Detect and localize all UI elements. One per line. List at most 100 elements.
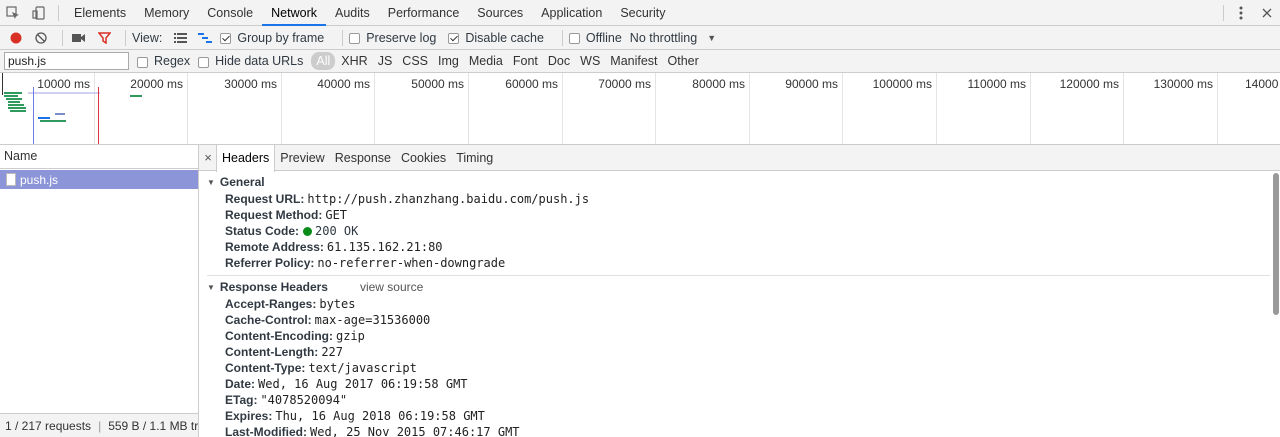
regex-checkbox[interactable] xyxy=(137,56,148,68)
header-value: 227 xyxy=(321,345,343,359)
tab-network[interactable]: Network xyxy=(262,0,326,26)
overview-tick-label: 100000 ms xyxy=(872,77,932,91)
overview-tick-label: 70000 ms xyxy=(598,77,651,91)
toolbar-divider xyxy=(561,29,563,46)
preserve-log-label: Preserve log xyxy=(366,30,437,45)
type-filter-all[interactable]: All xyxy=(311,52,336,70)
main-tabs: Elements Memory Console Network Audits Perfor… xyxy=(65,0,674,26)
capture-screenshots-icon[interactable] xyxy=(69,28,89,48)
filter-icon[interactable] xyxy=(94,28,114,48)
tabbar-divider xyxy=(58,4,59,21)
inspect-element-icon[interactable] xyxy=(0,0,26,26)
view-source-link[interactable]: view source xyxy=(360,280,423,294)
request-method-row: Request Method: GET xyxy=(199,207,1280,223)
response-headers-section-header[interactable]: ▼ Response Headers view source xyxy=(199,278,1280,296)
regex-toggle[interactable]: Regex xyxy=(137,54,190,68)
type-filter-img[interactable]: Img xyxy=(434,52,463,70)
overview-request-bar xyxy=(130,95,142,97)
header-key: Last-Modified: xyxy=(225,425,307,437)
overview-grid-line xyxy=(1217,73,1218,144)
expand-triangle-icon: ▼ xyxy=(207,177,215,187)
tab-application[interactable]: Application xyxy=(532,0,611,26)
overview-request-bar xyxy=(40,120,66,122)
requests-count: 1 / 217 requests xyxy=(5,418,92,433)
disable-cache-checkbox[interactable] xyxy=(448,33,460,44)
response-header-row: Last-Modified: Wed, 25 Nov 2015 07:46:17 … xyxy=(199,424,1280,437)
preserve-log-toggle[interactable]: Preserve log xyxy=(349,31,436,45)
response-headers-title: Response Headers xyxy=(219,280,328,294)
tab-elements[interactable]: Elements xyxy=(65,0,135,26)
request-url-row: Request URL: http://push.zhanzhang.baidu.… xyxy=(199,191,1280,207)
overview-tick-label: 80000 ms xyxy=(692,77,745,91)
overview-tick-label: 30000 ms xyxy=(224,77,277,91)
group-by-frame-toggle[interactable]: Group by frame xyxy=(220,31,324,45)
toolbar-divider xyxy=(342,29,344,46)
table-row[interactable]: push.js xyxy=(0,170,198,189)
tab-console[interactable]: Console xyxy=(198,0,262,26)
tabbar-divider-right xyxy=(1223,5,1224,21)
network-toolbar: View: Group by frame Preserve log Disabl… xyxy=(0,26,1280,50)
preserve-log-checkbox[interactable] xyxy=(349,33,361,44)
tab-security[interactable]: Security xyxy=(611,0,674,26)
group-by-frame-checkbox[interactable] xyxy=(220,33,232,44)
waterfall-overview-icon[interactable] xyxy=(195,28,215,48)
overview-grid-line xyxy=(94,73,95,144)
overview-request-bar xyxy=(10,110,26,112)
overview-tick-label: 60000 ms xyxy=(505,77,558,91)
type-filter-manifest[interactable]: Manifest xyxy=(606,52,661,70)
name-column-header[interactable]: Name xyxy=(0,145,198,169)
header-value: no-referrer-when-downgrade xyxy=(317,256,506,270)
tab-audits[interactable]: Audits xyxy=(326,0,379,26)
type-filter-js[interactable]: JS xyxy=(374,52,397,70)
overview-tick-label: 10000 ms xyxy=(37,77,90,91)
tab-headers[interactable]: Headers xyxy=(216,145,276,172)
toolbar-divider xyxy=(62,29,63,46)
resource-type-filters: All XHR JS CSS Img Media Font Doc WS Manifest Othe… xyxy=(309,52,702,70)
hide-data-urls-label: Hide data URLs xyxy=(215,54,304,68)
general-section-header[interactable]: ▼ General xyxy=(199,173,1280,191)
large-request-rows-icon[interactable] xyxy=(170,28,190,48)
tab-memory[interactable]: Memory xyxy=(135,0,198,26)
tab-timing[interactable]: Timing xyxy=(451,145,498,171)
header-value: Wed, 16 Aug 2017 06:19:58 GMT xyxy=(258,377,468,391)
tab-response[interactable]: Response xyxy=(330,145,396,171)
offline-toggle[interactable]: Offline xyxy=(568,31,622,45)
response-headers-list: Accept-Ranges: bytes Cache-Control: max-age… xyxy=(199,296,1280,437)
tab-sources[interactable]: Sources xyxy=(468,0,532,26)
disable-cache-toggle[interactable]: Disable cache xyxy=(448,31,544,45)
detail-scrollbar-thumb[interactable] xyxy=(1273,173,1279,315)
overview-request-bar xyxy=(38,117,50,119)
tab-performance[interactable]: Performance xyxy=(379,0,469,26)
hide-data-urls-toggle[interactable]: Hide data URLs xyxy=(198,54,303,68)
type-filter-media[interactable]: Media xyxy=(465,52,507,70)
network-overview[interactable]: 10000 ms 20000 ms 30000 ms 40000 ms 50000 ms… xyxy=(0,73,1280,145)
view-label: View: xyxy=(132,30,163,45)
record-icon[interactable] xyxy=(6,28,26,48)
hide-data-urls-checkbox[interactable] xyxy=(198,56,210,68)
detail-tabbar: × Headers Preview Response Cookies Timin… xyxy=(199,145,1280,172)
offline-checkbox[interactable] xyxy=(568,33,580,44)
close-devtools-icon[interactable] xyxy=(1254,0,1280,26)
request-list-pane: Name push.js 1 / 217 requests | 559 B / … xyxy=(0,145,199,437)
type-filter-xhr[interactable]: XHR xyxy=(337,52,371,70)
type-filter-other[interactable]: Other xyxy=(664,52,703,70)
type-filter-font[interactable]: Font xyxy=(509,52,542,70)
load-event-marker xyxy=(98,87,99,144)
header-value: 61.135.162.21:80 xyxy=(326,240,443,254)
close-detail-icon[interactable]: × xyxy=(200,150,216,165)
throttling-select[interactable]: No throttling ▼ xyxy=(630,31,716,45)
response-header-row: Content-Length: 227 xyxy=(199,344,1280,360)
overview-tick-label: 90000 ms xyxy=(785,77,838,91)
timeline-start-marker xyxy=(2,73,3,95)
type-filter-css[interactable]: CSS xyxy=(398,52,432,70)
tab-cookies[interactable]: Cookies xyxy=(396,145,451,171)
tab-preview[interactable]: Preview xyxy=(275,145,329,171)
device-toolbar-icon[interactable] xyxy=(26,0,52,26)
overview-request-bar xyxy=(4,95,18,97)
filter-input[interactable] xyxy=(4,52,129,70)
type-filter-doc[interactable]: Doc xyxy=(544,52,574,70)
header-key: Status Code: xyxy=(225,224,300,238)
more-options-icon[interactable] xyxy=(1228,0,1254,26)
clear-icon[interactable] xyxy=(31,28,51,48)
type-filter-ws[interactable]: WS xyxy=(576,52,604,70)
